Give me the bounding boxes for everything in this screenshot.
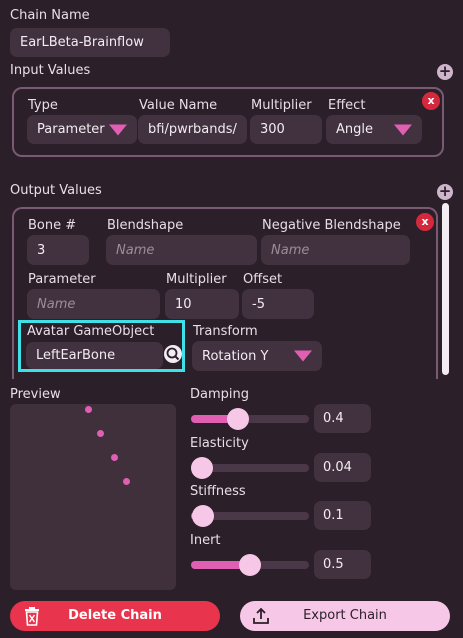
- avatar-gameobject-highlight: Avatar GameObject LeftEarBone: [18, 320, 185, 372]
- type-select[interactable]: Parameter: [27, 115, 137, 144]
- bone-label: Bone #: [28, 218, 77, 233]
- output-multiplier-field[interactable]: 10: [165, 289, 239, 319]
- effect-label: Effect: [328, 98, 366, 113]
- preview-bone-dot: [111, 454, 118, 461]
- avatar-gameobject-label: Avatar GameObject: [27, 324, 155, 339]
- chain-name-field[interactable]: EarLBeta-Brainflow: [10, 28, 170, 57]
- slider-value-field[interactable]: 0.1: [314, 501, 371, 530]
- parameter-label: Parameter: [28, 272, 96, 287]
- avatar-gameobject-field[interactable]: LeftEarBone: [26, 342, 163, 369]
- bone-field[interactable]: 3: [27, 235, 89, 265]
- chevron-down-icon: [109, 124, 127, 135]
- slider-value-field[interactable]: 0.5: [314, 549, 371, 579]
- type-value: Parameter: [37, 122, 105, 137]
- export-chain-label: Export Chain: [303, 608, 387, 623]
- input-values-title: Input Values: [10, 63, 91, 78]
- slider-track[interactable]: [191, 456, 309, 479]
- slider-track[interactable]: [191, 553, 309, 576]
- preview-canvas: [10, 404, 176, 590]
- preview-bone-dot: [85, 406, 92, 413]
- chevron-down-icon: [394, 124, 412, 135]
- slider-handle[interactable]: [191, 505, 214, 527]
- slider-value-field[interactable]: 0.4: [314, 404, 371, 433]
- add-input-icon[interactable]: +: [437, 64, 453, 80]
- value-name-label: Value Name: [139, 98, 218, 113]
- slider-handle[interactable]: [239, 553, 261, 576]
- slider-value-field[interactable]: 0.04: [314, 452, 371, 482]
- effect-select[interactable]: Angle: [326, 115, 422, 144]
- transform-select[interactable]: Rotation Y: [192, 341, 322, 371]
- blendshape-label: Blendshape: [107, 218, 184, 233]
- transform-value: Rotation Y: [202, 348, 269, 364]
- delete-chain-button[interactable]: Delete Chain: [10, 601, 220, 631]
- offset-label: Offset: [243, 272, 283, 287]
- preview-bone-dot: [97, 430, 104, 437]
- preview-bone-dot: [123, 478, 130, 485]
- add-output-icon[interactable]: +: [437, 184, 453, 200]
- negative-blendshape-label: Negative Blendshape: [262, 218, 401, 233]
- export-chain-button[interactable]: Export Chain: [240, 601, 450, 631]
- transform-label: Transform: [193, 324, 258, 339]
- effect-value: Angle: [336, 122, 373, 137]
- remove-input-button[interactable]: x: [422, 92, 440, 110]
- search-icon[interactable]: [164, 345, 182, 363]
- slider-handle[interactable]: [191, 456, 213, 479]
- delete-chain-label: Delete Chain: [68, 608, 162, 623]
- slider-label: Elasticity: [190, 435, 249, 451]
- parameter-field[interactable]: Name: [27, 289, 160, 319]
- chain-name-label: Chain Name: [10, 8, 90, 23]
- slider-label: Inert: [190, 532, 221, 548]
- output-scrollbar[interactable]: [442, 203, 449, 375]
- blendshape-field[interactable]: Name: [106, 235, 257, 265]
- negative-blendshape-field[interactable]: Name: [261, 235, 410, 265]
- output-values-title: Output Values: [10, 183, 102, 198]
- multiplier-field[interactable]: 300: [250, 115, 322, 144]
- output-multiplier-label: Multiplier: [166, 272, 227, 287]
- slider-track[interactable]: [191, 408, 309, 430]
- slider-label: Stiffness: [190, 484, 246, 499]
- multiplier-label: Multiplier: [251, 98, 312, 113]
- chevron-down-icon: [294, 350, 312, 362]
- remove-output-button[interactable]: x: [416, 213, 434, 231]
- slider-label: Damping: [190, 387, 249, 402]
- slider-handle[interactable]: [227, 408, 250, 430]
- type-label: Type: [28, 98, 58, 113]
- preview-title: Preview: [10, 387, 61, 402]
- slider-track[interactable]: [191, 505, 309, 527]
- value-name-field[interactable]: bfi/pwrbands/: [138, 115, 247, 144]
- input-values-panel: x Type Parameter Value Name bfi/pwrbands…: [12, 87, 444, 157]
- offset-field[interactable]: -5: [242, 289, 314, 319]
